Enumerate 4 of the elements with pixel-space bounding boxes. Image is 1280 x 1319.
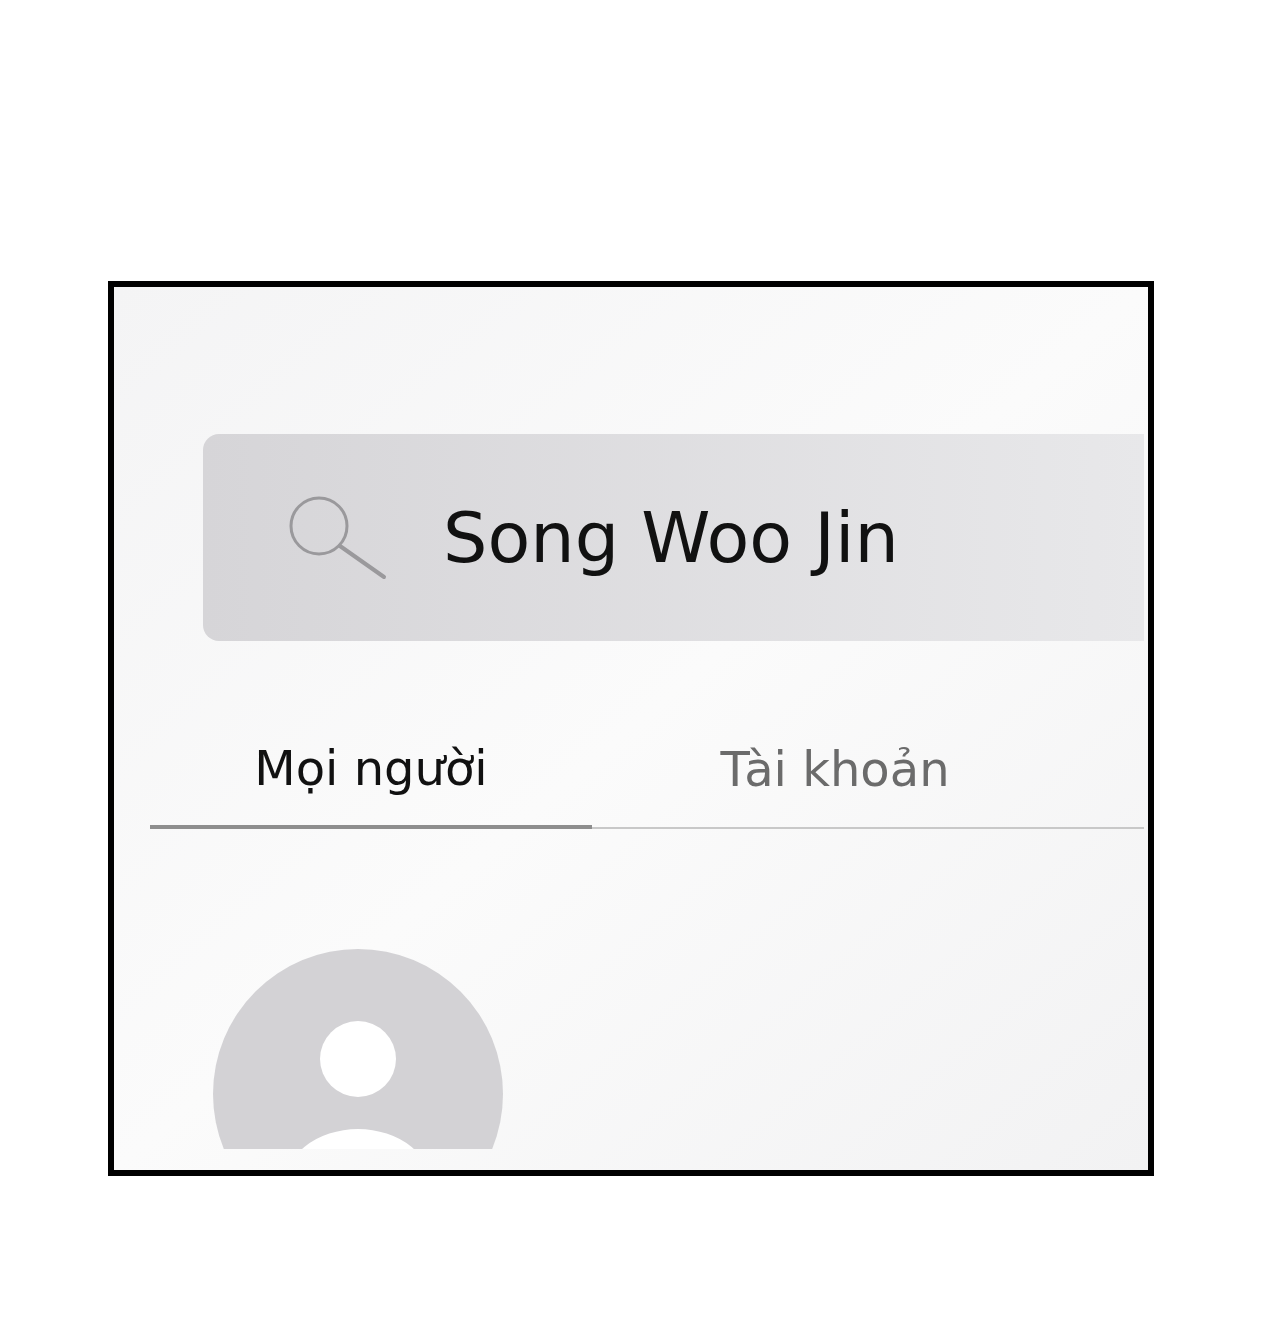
search-icon: [287, 495, 387, 580]
search-field[interactable]: Song Woo Jin: [203, 434, 1144, 641]
tab[interactable]: Tài khoản: [592, 711, 1078, 829]
tab[interactable]: Mọi người: [150, 711, 592, 829]
